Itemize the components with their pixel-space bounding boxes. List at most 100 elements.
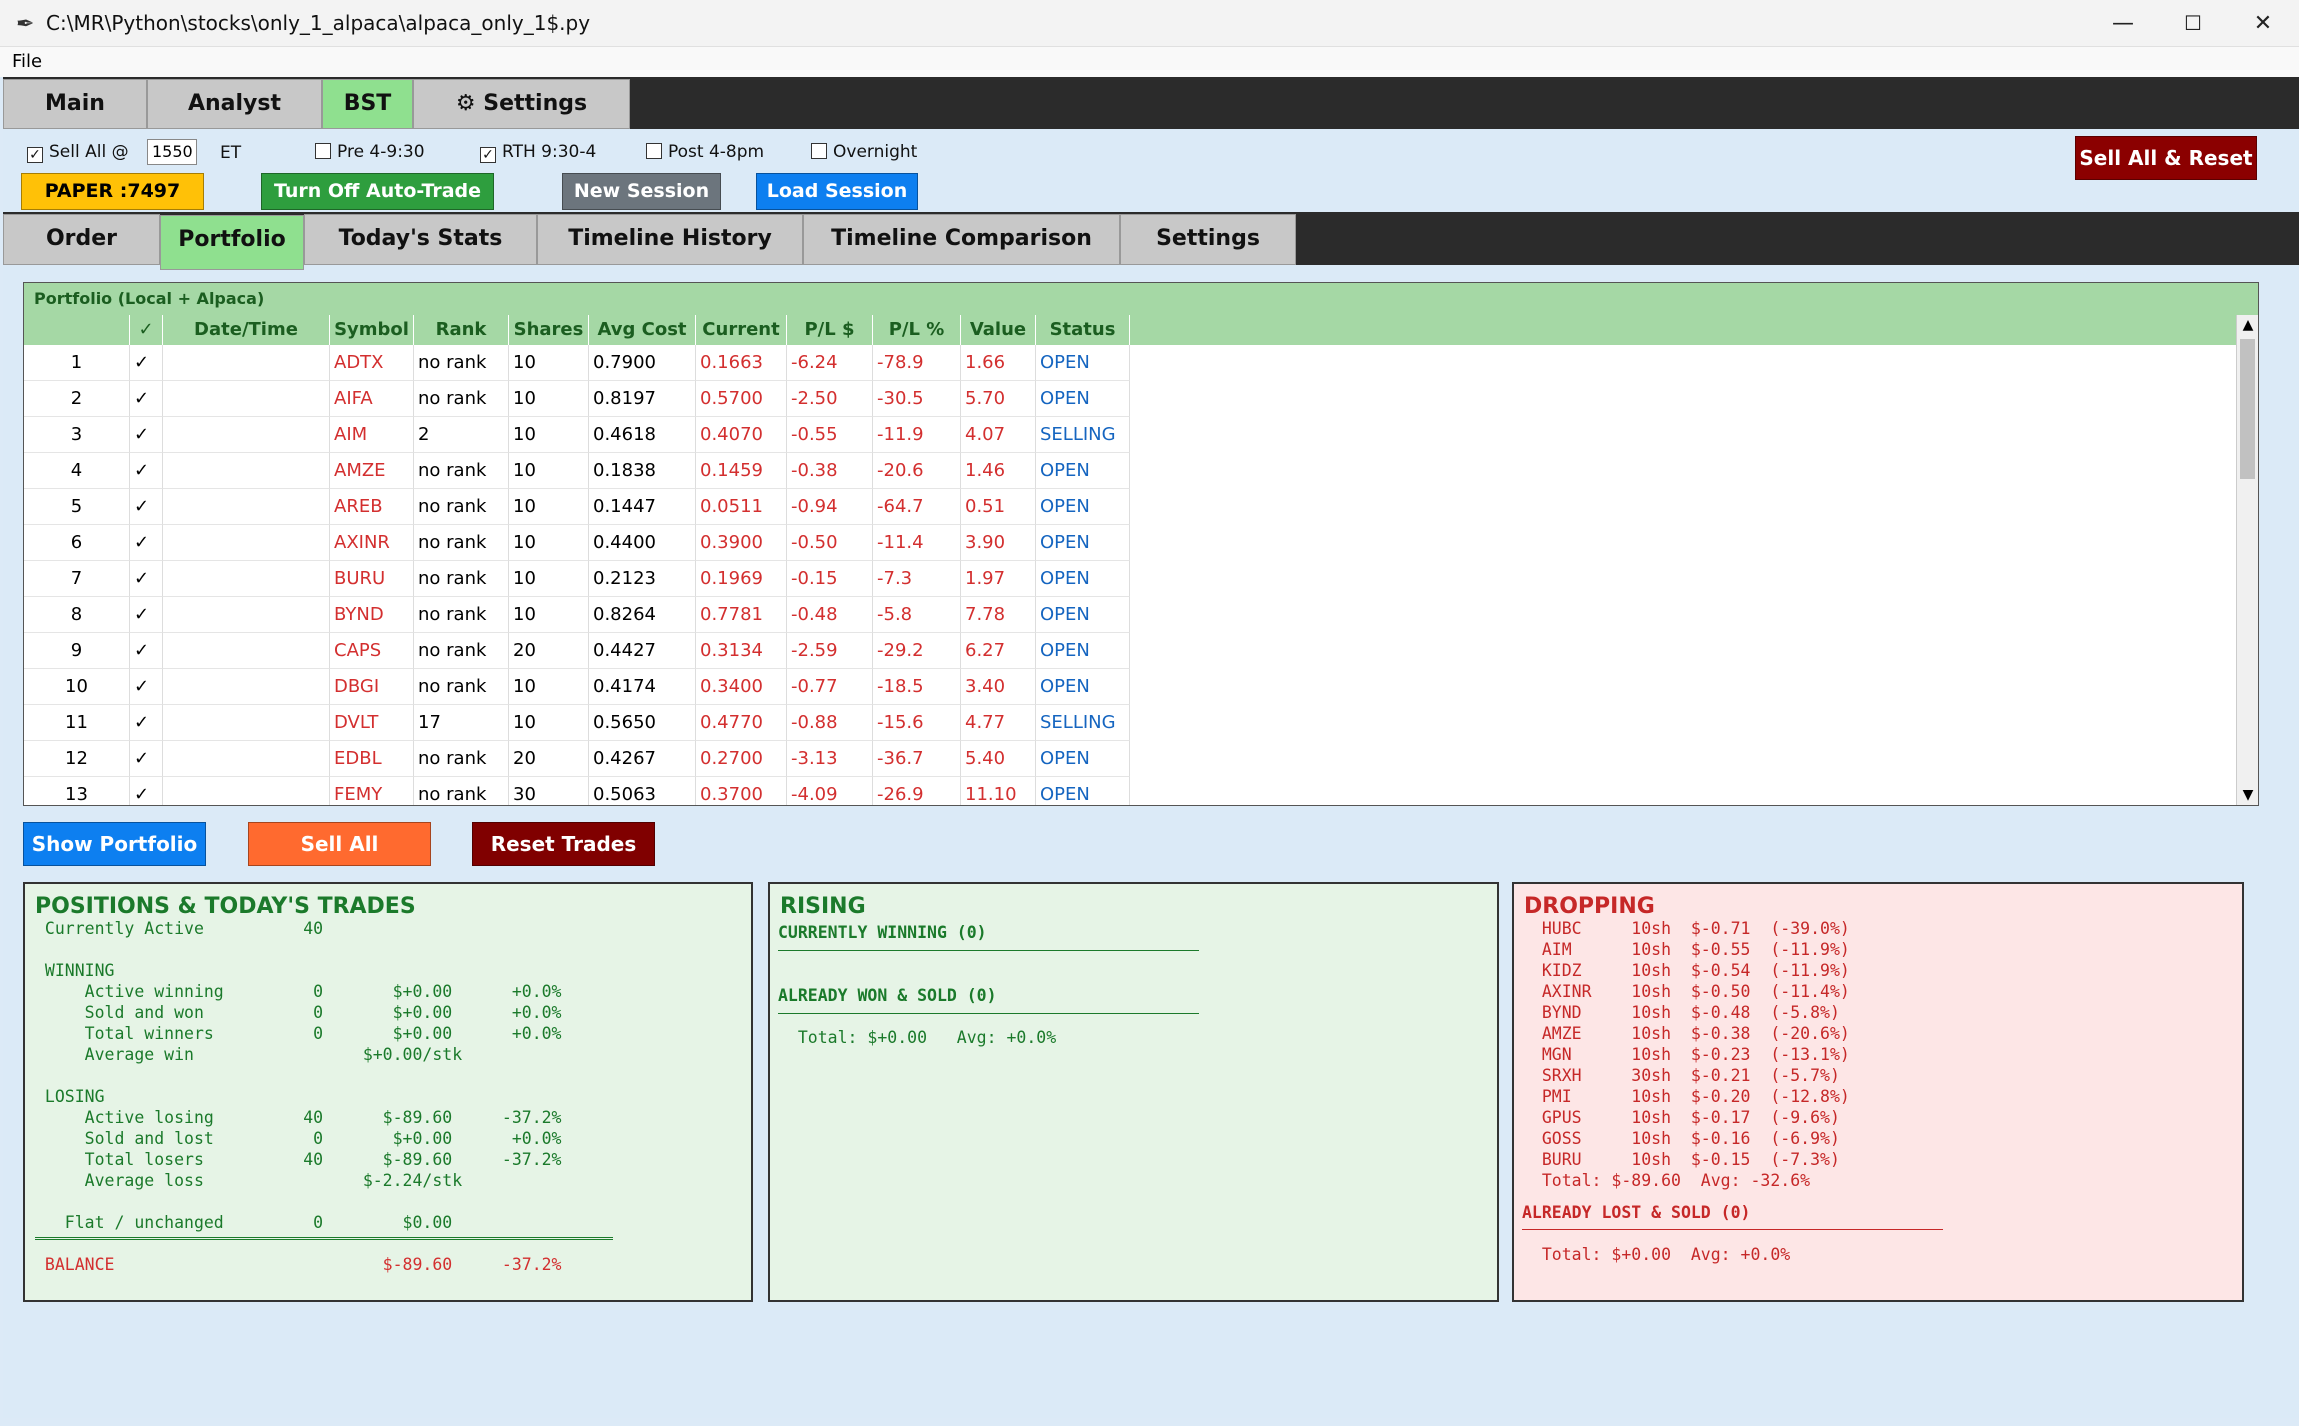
maximize-button[interactable]: ☐ xyxy=(2158,0,2228,47)
tab-portfolio[interactable]: Portfolio xyxy=(160,215,304,270)
table-row[interactable]: 9 ✓ CAPS no rank 20 0.4427 0.3134 -2.59 -29.2 6.2… xyxy=(24,633,1130,669)
cell-pl-percent: -29.2 xyxy=(873,633,961,669)
column-header-checked[interactable]: ✓ xyxy=(130,315,163,345)
scroll-up-arrow-icon[interactable]: ▲ xyxy=(2237,315,2259,335)
cell-rank: no rank xyxy=(414,741,509,777)
portfolio-table-body[interactable]: 1 ✓ ADTX no rank 10 0.7900 0.1663 -6.24 -78.9 1.6… xyxy=(24,345,2236,805)
table-row[interactable]: 13 ✓ FEMY no rank 30 0.5063 0.3700 -4.09 -26.9 11… xyxy=(24,777,1130,805)
table-row[interactable]: 7 ✓ BURU no rank 10 0.2123 0.1969 -0.15 -7.3 1.97… xyxy=(24,561,1130,597)
cell-pl-percent: -7.3 xyxy=(873,561,961,597)
cell-pl-dollars: -0.88 xyxy=(787,705,873,741)
cell-value: 1.97 xyxy=(961,561,1036,597)
table-row[interactable]: 11 ✓ DVLT 17 10 0.5650 0.4770 -0.88 -15.6 4.77 SEL… xyxy=(24,705,1130,741)
minimize-button[interactable]: — xyxy=(2088,0,2158,47)
cell-value: 11.10 xyxy=(961,777,1036,805)
cell-row-number: 2 xyxy=(24,381,130,417)
table-row[interactable]: 1 ✓ ADTX no rank 10 0.7900 0.1663 -6.24 -78.9 1.6… xyxy=(24,345,1130,381)
dropping-line: Total: $-89.60 Avg: -32.6% xyxy=(1522,1171,1811,1190)
cell-shares: 10 xyxy=(509,417,589,453)
tab-todays-stats[interactable]: Today's Stats xyxy=(304,214,537,265)
paper-account-button[interactable]: PAPER :7497 xyxy=(21,173,204,210)
column-header-row-number[interactable] xyxy=(24,315,130,345)
cell-pl-dollars: -0.38 xyxy=(787,453,873,489)
table-row[interactable]: 6 ✓ AXINR no rank 10 0.4400 0.3900 -0.50 -11.4 3.… xyxy=(24,525,1130,561)
column-header-value[interactable]: Value xyxy=(961,315,1036,345)
cell-value: 0.51 xyxy=(961,489,1036,525)
tab-timeline-history[interactable]: Timeline History xyxy=(537,214,803,265)
cell-shares: 20 xyxy=(509,633,589,669)
pre-market-checkbox[interactable]: Pre 4-9:30 xyxy=(315,142,425,162)
sell-all-button[interactable]: Sell All xyxy=(248,822,431,866)
dropping-divider xyxy=(1522,1229,1943,1230)
tab-settings-main[interactable]: ⚙ Settings xyxy=(413,79,630,129)
cell-pl-percent: -15.6 xyxy=(873,705,961,741)
sell-all-checkbox[interactable]: ✓ Sell All @ xyxy=(27,142,129,163)
table-row[interactable]: 2 ✓ AIFA no rank 10 0.8197 0.5700 -2.50 -30.5 5.7… xyxy=(24,381,1130,417)
column-header-symbol[interactable]: Symbol xyxy=(330,315,414,345)
portfolio-scrollbar[interactable]: ▲ ▼ xyxy=(2236,315,2258,805)
tab-order[interactable]: Order xyxy=(3,214,160,265)
sell-all-time-input[interactable]: 1550 xyxy=(147,139,197,165)
column-header-pl-percent[interactable]: P/L % xyxy=(873,315,961,345)
cell-avg-cost: 0.4174 xyxy=(589,669,696,705)
positions-line: Sold and lost 0 $+0.00 +0.0% xyxy=(35,1129,562,1148)
cell-rank: 2 xyxy=(414,417,509,453)
cell-status: SELLING xyxy=(1036,417,1130,453)
load-session-button[interactable]: Load Session xyxy=(756,173,918,210)
tab-settings-sub[interactable]: Settings xyxy=(1120,214,1296,265)
scroll-down-arrow-icon[interactable]: ▼ xyxy=(2237,785,2259,805)
column-header-rank[interactable]: Rank xyxy=(414,315,509,345)
post-market-checkbox[interactable]: Post 4-8pm xyxy=(646,142,764,162)
column-header-status[interactable]: Status xyxy=(1036,315,1130,345)
scrollbar-thumb[interactable] xyxy=(2240,339,2255,479)
table-row[interactable]: 4 ✓ AMZE no rank 10 0.1838 0.1459 -0.38 -20.6 1.4… xyxy=(24,453,1130,489)
close-button[interactable]: ✕ xyxy=(2228,0,2298,47)
cell-shares: 10 xyxy=(509,453,589,489)
overnight-checkbox[interactable]: Overnight xyxy=(811,142,917,162)
tab-main[interactable]: Main xyxy=(3,79,147,129)
positions-panel-title: POSITIONS & TODAY'S TRADES xyxy=(35,894,416,919)
cell-avg-cost: 0.5650 xyxy=(589,705,696,741)
new-session-button[interactable]: New Session xyxy=(562,173,721,210)
cell-rank: no rank xyxy=(414,561,509,597)
reset-trades-button[interactable]: Reset Trades xyxy=(472,822,655,866)
column-header-shares[interactable]: Shares xyxy=(509,315,589,345)
menu-file[interactable]: File xyxy=(12,51,42,72)
show-portfolio-button[interactable]: Show Portfolio xyxy=(23,822,206,866)
column-header-date-time[interactable]: Date/Time xyxy=(163,315,330,345)
table-row[interactable]: 8 ✓ BYND no rank 10 0.8264 0.7781 -0.48 -5.8 7.78… xyxy=(24,597,1130,633)
cell-checked: ✓ xyxy=(130,705,163,741)
cell-date-time xyxy=(163,381,330,417)
table-row[interactable]: 5 ✓ AREB no rank 10 0.1447 0.0511 -0.94 -64.7 0.5… xyxy=(24,489,1130,525)
cell-rank: no rank xyxy=(414,345,509,381)
positions-line: LOSING xyxy=(35,1087,105,1106)
rising-panel-title: RISING xyxy=(780,894,866,919)
column-header-current[interactable]: Current xyxy=(696,315,787,345)
column-header-avg-cost[interactable]: Avg Cost xyxy=(589,315,696,345)
title-bar: ✒ C:\MR\Python\stocks\only_1_alpaca\alpa… xyxy=(0,0,2299,47)
already-lost-label: ALREADY LOST & SOLD (0) xyxy=(1522,1203,1751,1222)
cell-rank: no rank xyxy=(414,597,509,633)
table-row[interactable]: 3 ✓ AIM 2 10 0.4618 0.4070 -0.55 -11.9 4.07 SELLIN… xyxy=(24,417,1130,453)
cell-rank: no rank xyxy=(414,669,509,705)
auto-trade-toggle-button[interactable]: Turn Off Auto-Trade xyxy=(261,173,494,210)
dropping-line: PMI 10sh $-0.20 (-12.8%) xyxy=(1522,1087,1850,1106)
table-row[interactable]: 10 ✓ DBGI no rank 10 0.4174 0.3400 -0.77 -18.5 3.… xyxy=(24,669,1130,705)
rth-checkbox[interactable]: ✓ RTH 9:30-4 xyxy=(480,142,596,163)
cell-row-number: 9 xyxy=(24,633,130,669)
cell-rank: no rank xyxy=(414,381,509,417)
tab-bst[interactable]: BST xyxy=(322,79,413,129)
cell-date-time xyxy=(163,561,330,597)
cell-row-number: 4 xyxy=(24,453,130,489)
cell-pl-dollars: -2.50 xyxy=(787,381,873,417)
tab-timeline-comparison[interactable]: Timeline Comparison xyxy=(803,214,1120,265)
cell-status: OPEN xyxy=(1036,633,1130,669)
positions-line: Average loss $-2.24/stk xyxy=(35,1171,463,1190)
cell-checked: ✓ xyxy=(130,741,163,777)
column-header-pl-dollars[interactable]: P/L $ xyxy=(787,315,873,345)
tab-analyst[interactable]: Analyst xyxy=(147,79,322,129)
cell-row-number: 10 xyxy=(24,669,130,705)
dropping-total: Total: $+0.00 Avg: +0.0% xyxy=(1522,1245,1791,1264)
sell-all-reset-button[interactable]: Sell All & Reset xyxy=(2075,136,2257,180)
table-row[interactable]: 12 ✓ EDBL no rank 20 0.4267 0.2700 -3.13 -36.7 5.… xyxy=(24,741,1130,777)
